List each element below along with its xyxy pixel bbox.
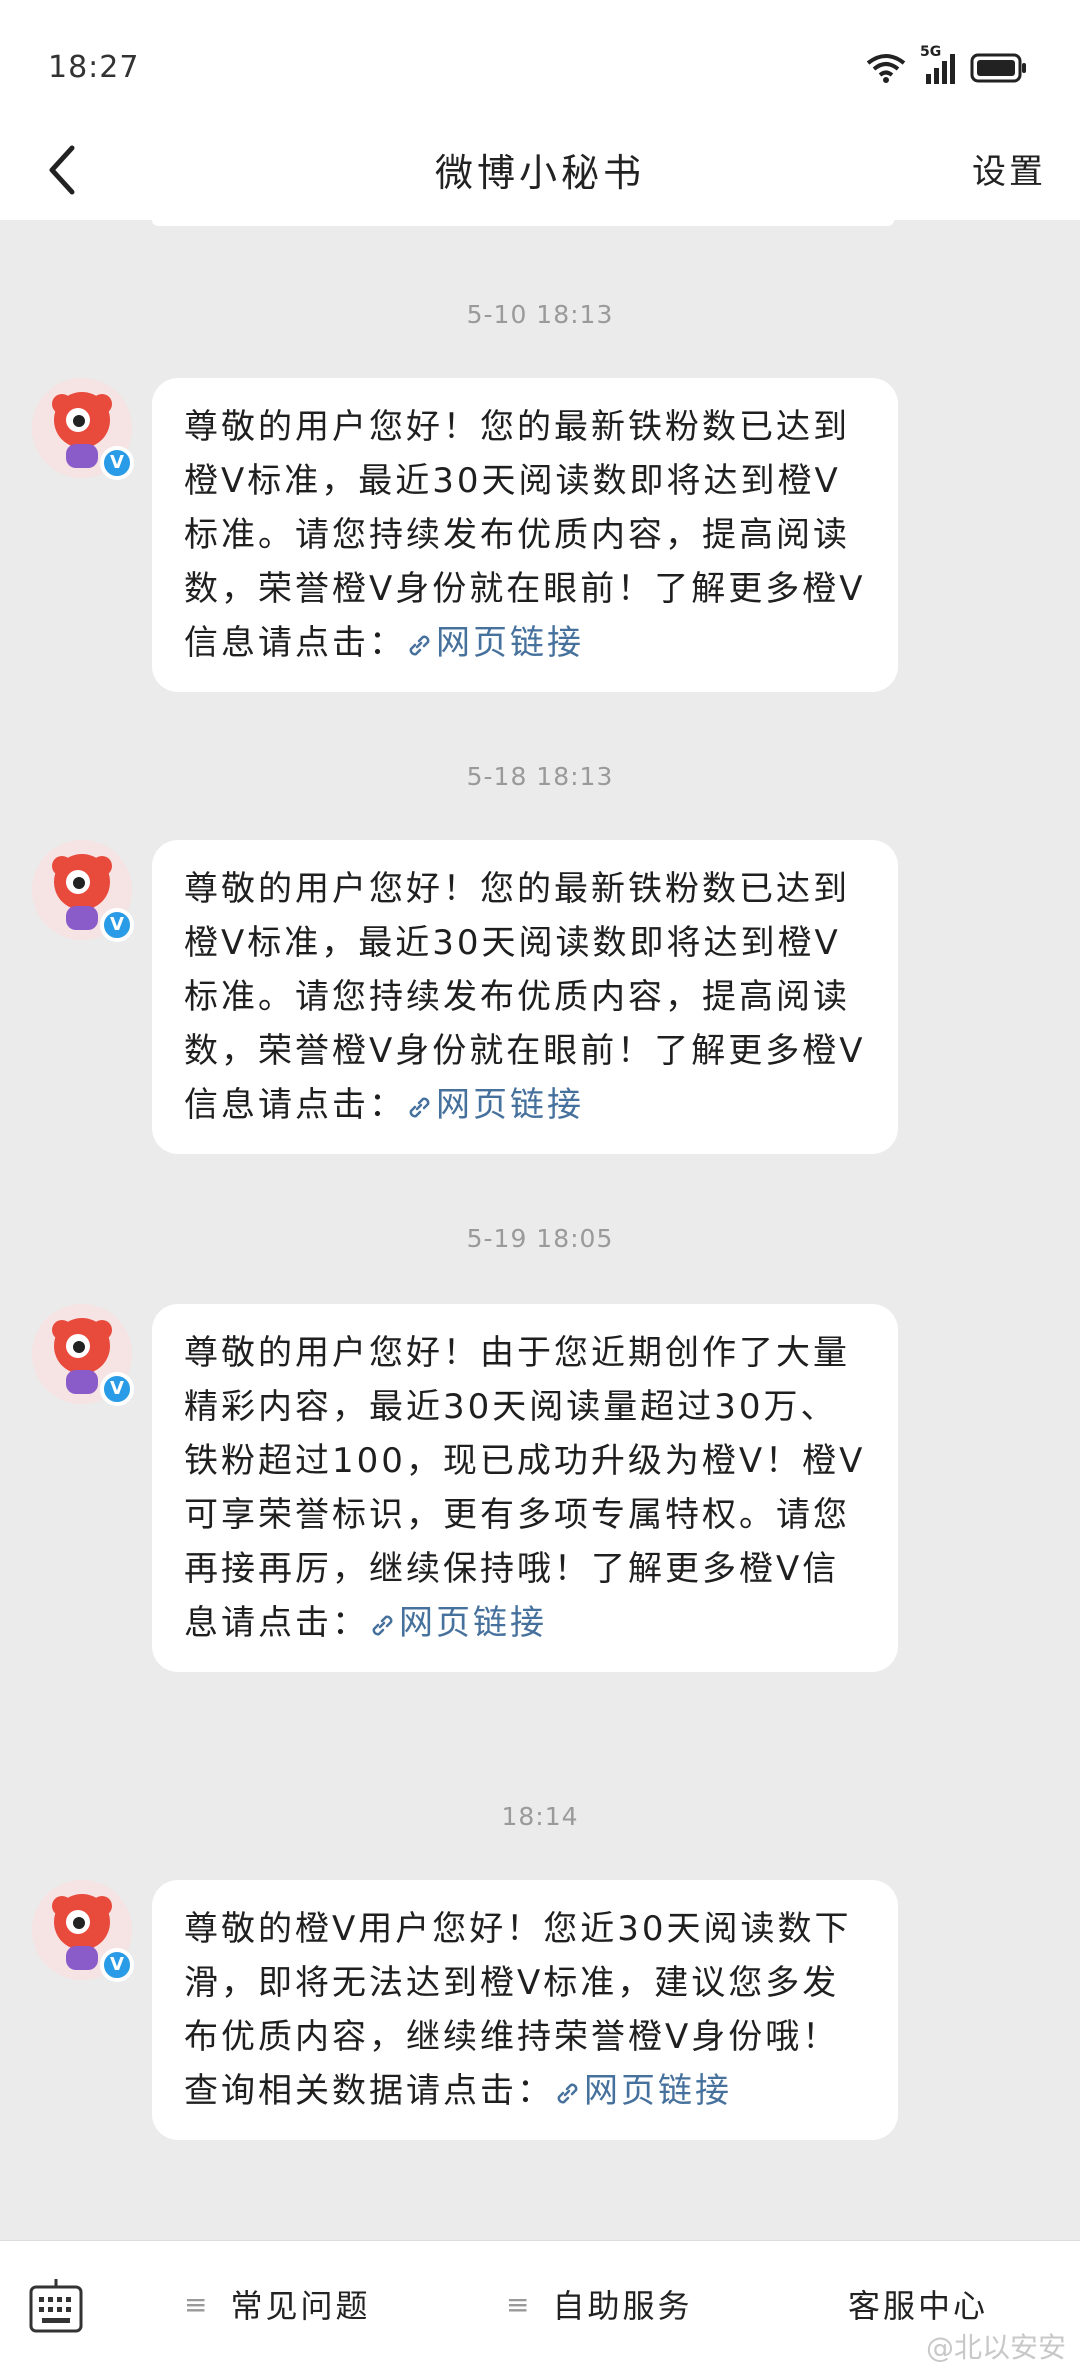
message-bubble[interactable]: 尊敬的橙V用户您好！您近30天阅读数下滑，即将无法达到橙V标准，建议您多发布优质…	[152, 1880, 898, 2140]
menu-self-service[interactable]: ≡ 自助服务	[506, 2281, 692, 2327]
web-link[interactable]: 网页链接	[406, 1085, 584, 1125]
settings-button[interactable]: 设置	[972, 144, 1046, 193]
nav-bar: 微博小秘书 设置	[0, 120, 1080, 220]
message-bubble[interactable]: 尊敬的用户您好！由于您近期创作了大量精彩内容，最近30天阅读量超过30万、铁粉超…	[152, 1304, 898, 1672]
bottom-menu-bar: ≡ 常见问题 ≡ 自助服务 客服中心 @北以安安	[0, 2240, 1080, 2372]
message-bubble[interactable]: 尊敬的用户您好！您的最新铁粉数已达到橙V标准，最近30天阅读数即将达到橙V标准。…	[152, 840, 898, 1154]
menu-faq[interactable]: ≡ 常见问题	[184, 2281, 370, 2327]
menu-faq-label: 常见问题	[230, 2287, 371, 2325]
link-label: 网页链接	[436, 623, 584, 663]
verified-badge: V	[100, 1372, 134, 1406]
link-label: 网页链接	[436, 1085, 584, 1125]
avatar[interactable]: V	[32, 840, 134, 942]
web-link[interactable]: 网页链接	[554, 2071, 732, 2111]
network-type-label: 5G	[920, 44, 942, 60]
message-text: 尊敬的用户您好！由于您近期创作了大量精彩内容，最近30天阅读量超过30万、铁粉超…	[184, 1333, 866, 1643]
avatar[interactable]: V	[32, 1880, 134, 1982]
message-timestamp: 5-18 18:13	[466, 762, 614, 791]
message-list[interactable]: 5-10 18:13 V 尊敬的用户您好！您的最新铁粉数已达到橙V标准，最近30…	[0, 220, 1080, 2240]
message-text: 尊敬的橙V用户您好！您近30天阅读数下滑，即将无法达到橙V标准，建议您多发布优质…	[184, 1909, 852, 2111]
menu-self-service-label: 自助服务	[552, 2287, 693, 2325]
avatar[interactable]: V	[32, 378, 134, 480]
keyboard-icon	[29, 2279, 83, 2333]
link-icon	[409, 635, 430, 656]
page-title: 微博小秘书	[434, 151, 645, 195]
status-icons: 5G	[866, 44, 1028, 84]
message-timestamp: 5-10 18:13	[466, 300, 614, 329]
web-link[interactable]: 网页链接	[369, 1603, 547, 1643]
watermark: @北以安安	[925, 2331, 1066, 2364]
verified-badge: V	[100, 1948, 134, 1982]
link-label: 网页链接	[584, 2071, 732, 2111]
menu-customer-service[interactable]: 客服中心	[848, 2281, 988, 2327]
message-timestamp: 5-19 18:05	[466, 1224, 614, 1253]
wifi-icon	[866, 53, 906, 83]
web-link[interactable]: 网页链接	[406, 623, 584, 663]
status-time: 18:27	[48, 50, 140, 85]
previous-message-edge	[152, 220, 894, 226]
verified-badge: V	[100, 908, 134, 942]
link-icon	[409, 1097, 430, 1118]
menu-list-icon: ≡	[506, 2287, 533, 2321]
signal-icon: 5G	[920, 44, 956, 84]
message-bubble[interactable]: 尊敬的用户您好！您的最新铁粉数已达到橙V标准，最近30天阅读数即将达到橙V标准。…	[152, 378, 898, 692]
verified-badge: V	[100, 446, 134, 480]
link-icon	[557, 2083, 578, 2104]
chat-screen: 18:27 5G 微博小秘书 设置 5-10 18:13 V 尊敬的用户您好！您…	[0, 0, 1080, 2372]
battery-icon	[970, 53, 1028, 83]
status-bar: 18:27 5G	[0, 0, 1080, 130]
avatar[interactable]: V	[32, 1304, 134, 1406]
link-label: 网页链接	[399, 1603, 547, 1643]
message-timestamp: 18:14	[501, 1802, 579, 1831]
menu-customer-service-label: 客服中心	[848, 2287, 989, 2325]
keyboard-toggle-button[interactable]	[28, 2279, 84, 2339]
menu-list-icon: ≡	[184, 2287, 211, 2321]
link-icon	[372, 1615, 393, 1636]
